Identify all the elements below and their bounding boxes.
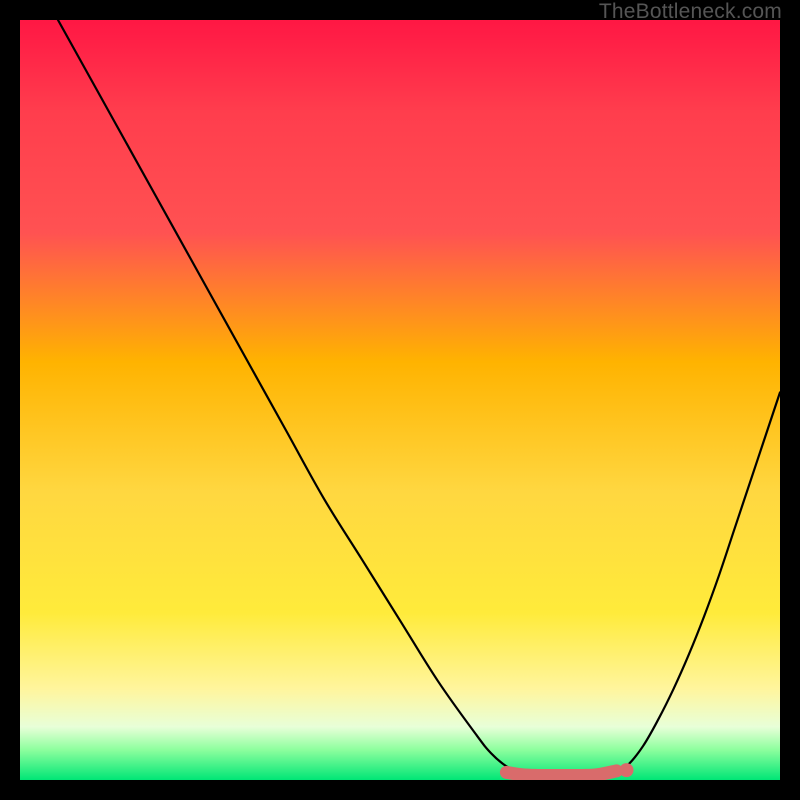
bottleneck-chart [20,20,780,780]
chart-frame [20,20,780,780]
optimal-zone-end-dot [619,763,633,777]
watermark-text: TheBottleneck.com [599,0,782,24]
gradient-background [20,20,780,780]
optimal-zone-marker [506,771,616,776]
